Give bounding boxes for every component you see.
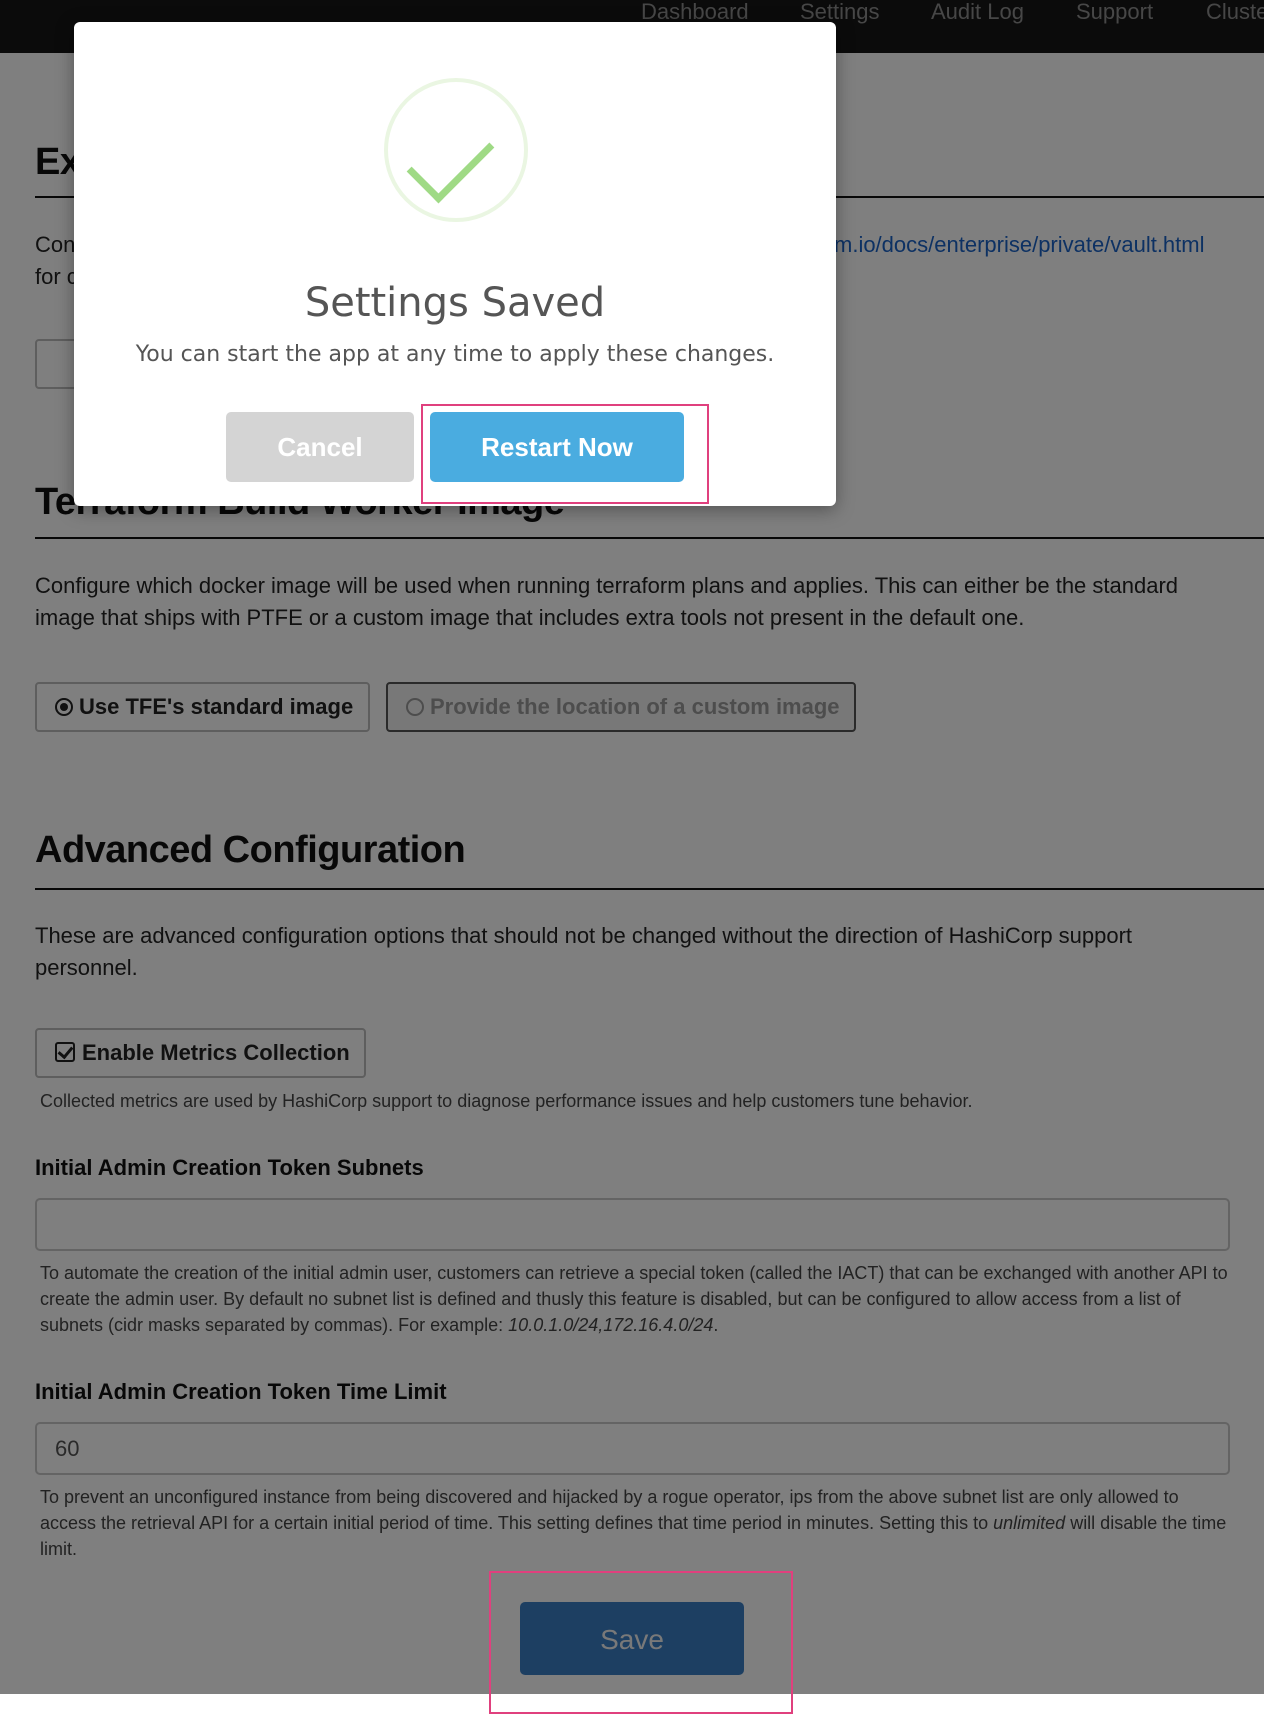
modal-title: Settings Saved xyxy=(304,280,606,326)
cancel-button[interactable]: Cancel xyxy=(226,412,414,482)
success-circle xyxy=(384,78,528,222)
modal-message: You can start the app at any time to app… xyxy=(135,342,775,367)
settings-saved-modal: Settings Saved You can start the app at … xyxy=(74,22,836,506)
checkmark-icon xyxy=(406,115,495,204)
save-highlight-box xyxy=(489,1571,793,1714)
restart-highlight-box xyxy=(421,404,709,504)
